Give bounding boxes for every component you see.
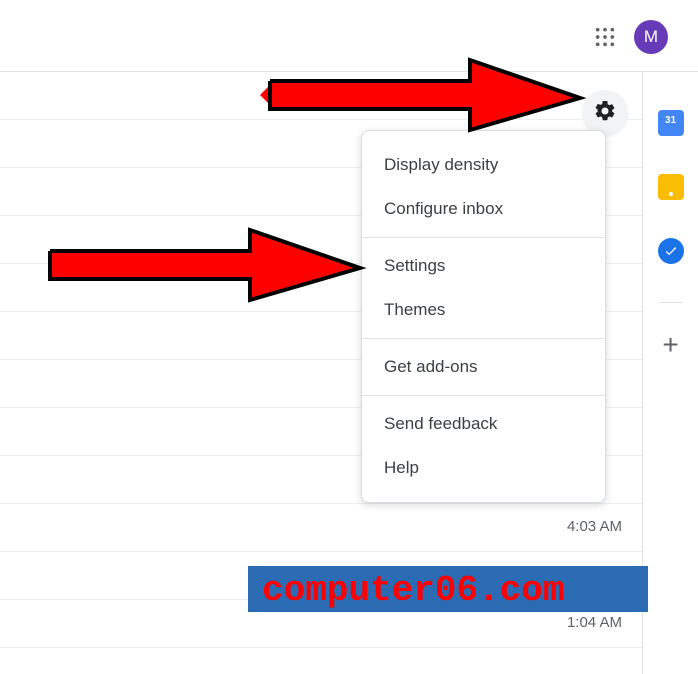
menu-item-settings[interactable]: Settings <box>362 244 605 288</box>
settings-menu: Display density Configure inbox Settings… <box>361 130 606 503</box>
side-divider <box>659 302 683 303</box>
keep-icon[interactable] <box>658 174 684 200</box>
menu-divider <box>362 338 605 339</box>
menu-item-themes[interactable]: Themes <box>362 288 605 332</box>
email-time: 1:04 AM <box>567 614 622 631</box>
annotation-arrow-settings <box>50 210 370 325</box>
menu-divider <box>362 237 605 238</box>
account-avatar[interactable]: M <box>634 20 668 54</box>
email-time: 4:03 AM <box>567 518 622 535</box>
avatar-letter: M <box>644 27 658 47</box>
tasks-icon[interactable] <box>658 238 684 264</box>
menu-item-get-addons[interactable]: Get add-ons <box>362 345 605 389</box>
menu-item-configure-inbox[interactable]: Configure inbox <box>362 187 605 231</box>
calendar-icon[interactable] <box>658 110 684 136</box>
menu-divider <box>362 395 605 396</box>
annotation-arrow-gear <box>270 40 600 155</box>
menu-item-help[interactable]: Help <box>362 446 605 490</box>
add-addon-button[interactable]: + <box>662 331 678 359</box>
side-panel: + <box>642 72 698 674</box>
email-row[interactable]: 4:03 AM <box>0 504 642 552</box>
menu-item-send-feedback[interactable]: Send feedback <box>362 402 605 446</box>
watermark-text: computer06.com <box>262 570 564 611</box>
